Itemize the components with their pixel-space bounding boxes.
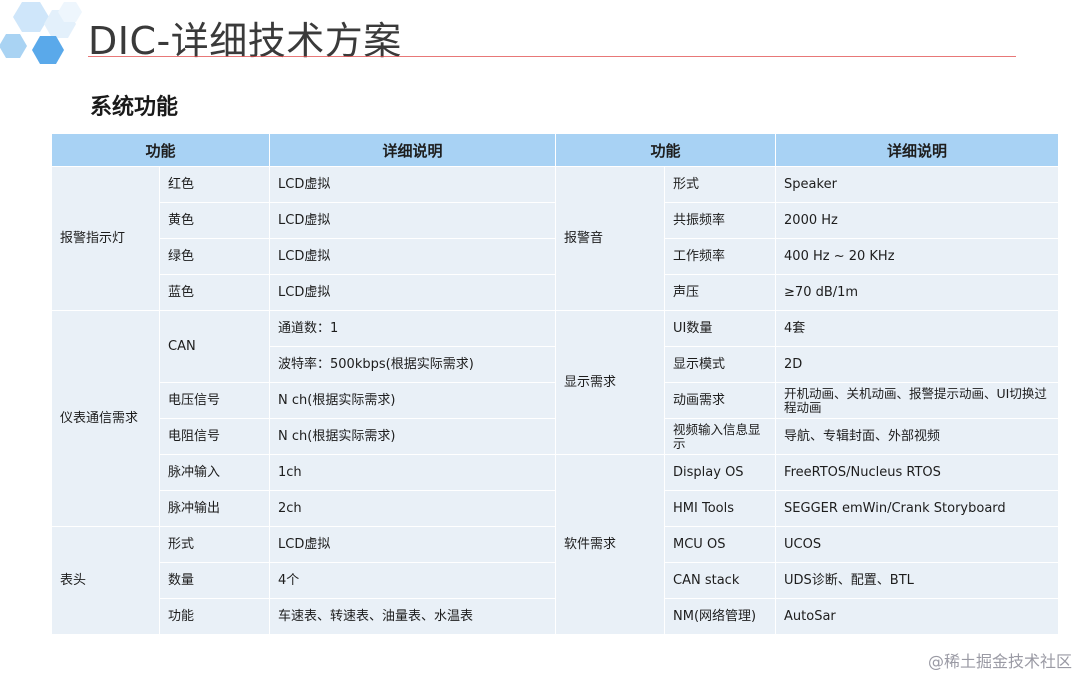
item-name: Display OS [665,455,776,490]
item-desc: UDS诊断、配置、BTL [776,563,1059,598]
table-row: 仪表通信需求 CAN 通道数：1 显示需求 UI数量 4套 [52,311,1059,526]
item-name: 视频输入信息显示 [665,419,776,454]
item-name: 数量 [160,563,270,598]
item-name: 电压信号 [160,383,270,418]
table-row: 数量 4个 CAN stack UDS诊断、配置、BTL [52,563,1059,598]
group-alarm-sound: 报警音 [556,167,665,310]
item-name: 形式 [160,527,270,562]
item-name: 显示模式 [665,347,776,382]
item-desc: 1ch [270,455,556,490]
item-name: CAN stack [665,563,776,598]
item-desc: 4个 [270,563,556,598]
item-name: 脉冲输入 [160,455,270,490]
group-display: 显示需求 [556,311,665,454]
table-row: 报警指示灯 红色 LCD虚拟 报警音 形式 Speaker [52,167,1059,310]
item-desc: 4套 [776,311,1059,346]
group-alarm-light: 报警指示灯 [52,167,159,310]
table-row: 电压信号 N ch(根据实际需求) 动画需求 开机动画、关机动画、报警提示动画、… [52,383,1059,418]
hexagon-shape [32,36,64,64]
item-name: 电阻信号 [160,419,270,454]
header-detail: 详细说明 [270,134,556,166]
item-desc: AutoSar [776,599,1059,634]
group-meter-comm: 仪表通信需求 [52,311,159,526]
item-desc: 开机动画、关机动画、报警提示动画、UI切换过程动画 [776,383,1059,418]
item-name: 蓝色 [160,275,270,310]
item-desc: LCD虚拟 [270,527,556,562]
item-name: NM(网络管理) [665,599,776,634]
item-desc: FreeRTOS/Nucleus RTOS [776,455,1059,490]
item-desc: N ch(根据实际需求) [270,383,556,418]
item-desc: SEGGER emWin/Crank Storyboard [776,491,1059,526]
header-function: 功能 [556,134,776,166]
item-desc: 2ch [270,491,556,526]
item-name: 脉冲输出 [160,491,270,526]
table-row: 蓝色 LCD虚拟 声压 ≥70 dB/1m [52,275,1059,310]
header-function: 功能 [52,134,270,166]
item-desc: 导航、专辑封面、外部视频 [776,419,1059,454]
system-function-table: 功能 详细说明 功能 详细说明 报警指示灯 红色 LCD虚拟 报警音 形式 Sp… [51,133,1059,635]
item-desc: LCD虚拟 [270,275,556,310]
group-software: 软件需求 [556,455,665,634]
item-name: 形式 [665,167,776,202]
item-name: 工作频率 [665,239,776,274]
item-desc: Speaker [776,167,1059,202]
watermark: @稀土掘金技术社区 [927,652,1072,671]
item-desc: 车速表、转速表、油量表、水温表 [270,599,556,634]
section-title: 系统功能 [90,95,179,120]
item-desc: 通道数：1 [270,311,556,346]
item-name: HMI Tools [665,491,776,526]
item-desc: 2D [776,347,1059,382]
item-name-can: CAN [160,311,270,382]
item-desc: ≥70 dB/1m [776,275,1059,310]
header-detail: 详细说明 [776,134,1059,166]
item-name: 动画需求 [665,383,776,418]
table-row: 电阻信号 N ch(根据实际需求) 视频输入信息显示 导航、专辑封面、外部视频 [52,419,1059,454]
item-name: 黄色 [160,203,270,238]
table-row: 表头 形式 LCD虚拟 MCU OS UCOS [52,527,1059,634]
table-row: 脉冲输出 2ch HMI Tools SEGGER emWin/Crank St… [52,491,1059,526]
item-name: MCU OS [665,527,776,562]
item-desc: 2000 Hz [776,203,1059,238]
item-desc: 400 Hz ~ 20 KHz [776,239,1059,274]
item-desc: LCD虚拟 [270,167,556,202]
table-row: 绿色 LCD虚拟 工作频率 400 Hz ~ 20 KHz [52,239,1059,274]
item-desc: 波特率：500kbps(根据实际需求) [270,347,556,382]
item-desc: UCOS [776,527,1059,562]
table-row: 脉冲输入 1ch 软件需求 Display OS FreeRTOS/Nucleu… [52,455,1059,634]
item-name: 共振频率 [665,203,776,238]
item-name: 声压 [665,275,776,310]
item-name: 绿色 [160,239,270,274]
group-meter-head: 表头 [52,527,159,634]
item-desc: N ch(根据实际需求) [270,419,556,454]
item-desc: LCD虚拟 [270,203,556,238]
table-row: 黄色 LCD虚拟 共振频率 2000 Hz [52,203,1059,238]
item-name: 功能 [160,599,270,634]
hexagon-logo [0,2,82,64]
hexagon-shape [13,2,49,32]
item-desc: LCD虚拟 [270,239,556,274]
item-name: UI数量 [665,311,776,346]
table-row: 功能 车速表、转速表、油量表、水温表 NM(网络管理) AutoSar [52,599,1059,634]
table-header-row: 功能 详细说明 功能 详细说明 [52,134,1059,166]
item-name: 红色 [160,167,270,202]
hexagon-shape [0,34,27,58]
title-divider [88,56,1016,57]
